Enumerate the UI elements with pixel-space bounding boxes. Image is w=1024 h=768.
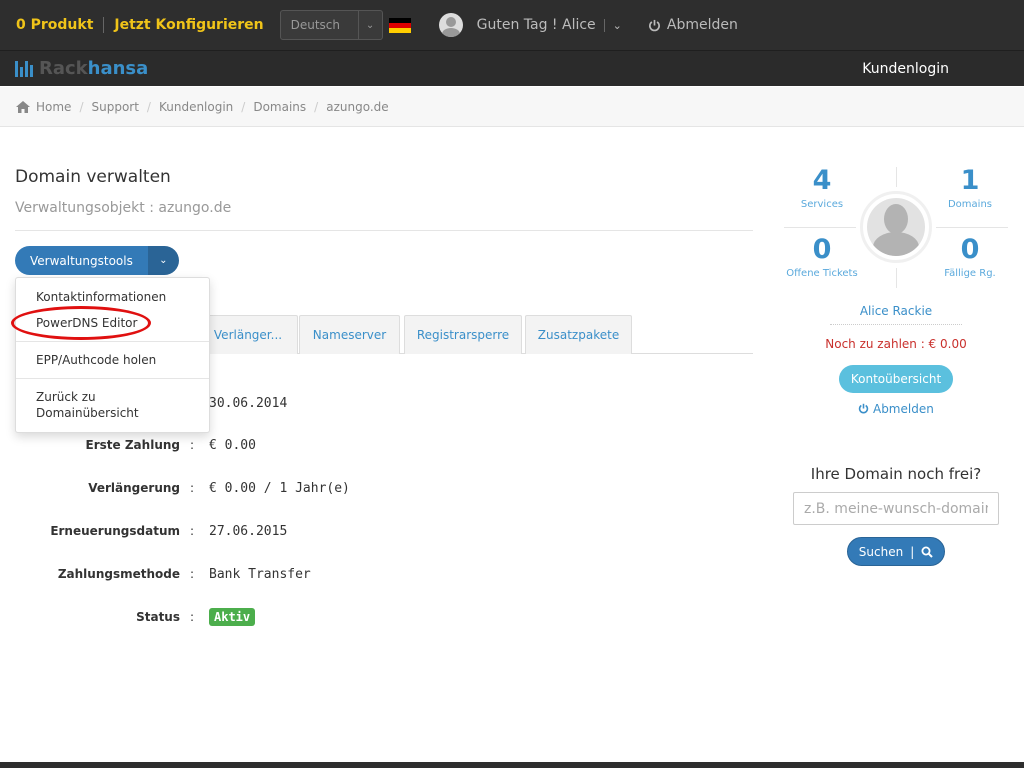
stat-value: 0 [812, 234, 832, 265]
renewal-date-value: 27.06.2015 [209, 523, 288, 539]
detail-row-status: Status : Aktiv [0, 605, 760, 629]
logout-label: Abmelden [872, 402, 934, 416]
kundenlogin-nav-link[interactable]: Kundenlogin [862, 61, 949, 77]
detail-row-payment-method: Zahlungsmethode : Bank Transfer [0, 562, 760, 586]
detail-colon: : [190, 438, 195, 452]
divider [16, 378, 209, 379]
divider [896, 268, 897, 288]
divider [784, 227, 856, 228]
search-icon [921, 546, 933, 558]
top-bar: 0 Produkt Jetzt Konfigurieren Deutsch ⌄ … [0, 0, 1024, 50]
user-greeting[interactable]: Guten Tag ! Alice [477, 17, 596, 33]
page-title: Domain verwalten [15, 167, 171, 187]
stat-open-tickets[interactable]: 0 Offene Tickets [777, 234, 867, 280]
brand-bar: Rack hansa Kundenlogin [0, 50, 1024, 86]
breadcrumb-home[interactable]: Home [36, 100, 71, 114]
tab-renewal[interactable]: Verlänger... [198, 315, 298, 354]
management-tools-button[interactable]: Verwaltungstools ⌄ [15, 246, 179, 275]
detail-row-renewal-date: Erneuerungsdatum : 27.06.2015 [0, 519, 760, 543]
cart-link[interactable]: 0 Produkt [16, 17, 93, 33]
tab-addons[interactable]: Zusatzpakete [525, 315, 632, 354]
status-badge: Aktiv [209, 608, 256, 626]
breadcrumb-domains[interactable]: Domains [253, 100, 306, 114]
chevron-down-icon[interactable]: ⌄ [147, 246, 179, 275]
sidebar-logout-link[interactable]: Abmelden [796, 402, 996, 416]
divider [896, 167, 897, 187]
divider [103, 17, 105, 33]
logo-text-hansa: hansa [87, 58, 149, 79]
chevron-down-icon[interactable]: ⌄ [603, 18, 622, 32]
breadcrumb-current: azungo.de [326, 99, 389, 114]
logo-bars-icon [15, 60, 33, 77]
renewal-value: € 0.00 / 1 Jahr(e) [209, 480, 350, 496]
stat-value: 1 [960, 165, 980, 196]
divider [15, 230, 753, 231]
search-button-label: Suchen [858, 544, 904, 559]
user-avatar-icon [860, 191, 932, 263]
detail-label: Erneuerungsdatum [50, 524, 180, 538]
chevron-down-icon: ⌄ [357, 11, 382, 39]
configure-link[interactable]: Jetzt Konfigurieren [114, 17, 263, 33]
breadcrumb: Home / Support / Kundenlogin / Domains /… [0, 87, 1024, 127]
tab-registrar-lock[interactable]: Registrarsperre [404, 315, 522, 354]
detail-label: Verlängerung [88, 481, 180, 495]
management-tools-label[interactable]: Verwaltungstools [15, 246, 148, 275]
detail-row-renewal: Verlängerung : € 0.00 / 1 Jahr(e) [0, 476, 760, 500]
detail-colon: : [190, 524, 195, 538]
domain-search-button[interactable]: Suchen | [847, 537, 945, 566]
payment-method-value: Bank Transfer [209, 566, 311, 582]
detail-colon: : [190, 610, 195, 624]
stat-due-invoices[interactable]: 0 Fällige Rg. [925, 234, 1015, 280]
menu-item-contact-info[interactable]: Kontaktinformationen [16, 284, 209, 310]
menu-item-epp-authcode[interactable]: EPP/Authcode holen [16, 347, 209, 373]
footer-bar [0, 762, 1024, 768]
divider [16, 341, 209, 342]
breadcrumb-kundenlogin[interactable]: Kundenlogin [159, 100, 233, 114]
user-name[interactable]: Alice Rackie [830, 304, 962, 325]
user-avatar-icon[interactable] [438, 13, 463, 37]
divider [936, 227, 1008, 228]
page-subtitle: Verwaltungsobjekt : azungo.de [15, 200, 232, 216]
power-icon [648, 19, 660, 31]
stat-label: Offene Tickets [786, 268, 858, 279]
breadcrumb-support[interactable]: Support [91, 100, 138, 114]
german-flag-icon [388, 17, 411, 33]
search-button-separator: | [910, 544, 915, 559]
language-select-value: Deutsch [290, 18, 341, 32]
stat-value: 0 [960, 234, 980, 265]
tab-nameserver[interactable]: Nameserver [299, 315, 400, 354]
management-tools-dropdown: Kontaktinformationen PowerDNS Editor EPP… [15, 277, 210, 433]
detail-colon: : [190, 481, 195, 495]
first-payment-value: € 0.00 [209, 437, 256, 453]
amount-due: Noch zu zahlen : € 0.00 [825, 337, 967, 351]
stat-value: 4 [812, 165, 832, 196]
power-icon [859, 403, 869, 414]
account-overview-button[interactable]: Kontoübersicht [839, 365, 953, 393]
logout-link[interactable]: Abmelden [648, 17, 738, 33]
detail-colon: : [190, 567, 195, 581]
logo-text-rack: Rack [39, 58, 88, 79]
rackhansa-logo[interactable]: Rack hansa [15, 58, 148, 79]
menu-item-powerdns-editor[interactable]: PowerDNS Editor [16, 310, 209, 336]
menu-item-back-to-domains[interactable]: Zurück zu Domainübersicht [16, 384, 209, 426]
stat-label: Domains [947, 199, 992, 210]
registration-date-value: 30.06.2014 [209, 395, 288, 411]
detail-label: Zahlungsmethode [57, 567, 180, 581]
stat-label: Services [800, 199, 844, 210]
language-select[interactable]: Deutsch ⌄ [279, 10, 383, 40]
detail-row-first-payment: Erste Zahlung : € 0.00 [0, 433, 760, 457]
detail-label: Status [136, 610, 180, 624]
stat-services[interactable]: 4 Services [777, 165, 867, 211]
home-icon[interactable] [16, 100, 30, 113]
stat-domains[interactable]: 1 Domains [925, 165, 1015, 211]
logout-label: Abmelden [666, 17, 738, 33]
stat-label: Fällige Rg. [944, 268, 996, 279]
detail-label: Erste Zahlung [85, 438, 180, 452]
domain-search-input[interactable] [793, 492, 999, 525]
domain-search-heading: Ihre Domain noch frei? [810, 465, 982, 483]
